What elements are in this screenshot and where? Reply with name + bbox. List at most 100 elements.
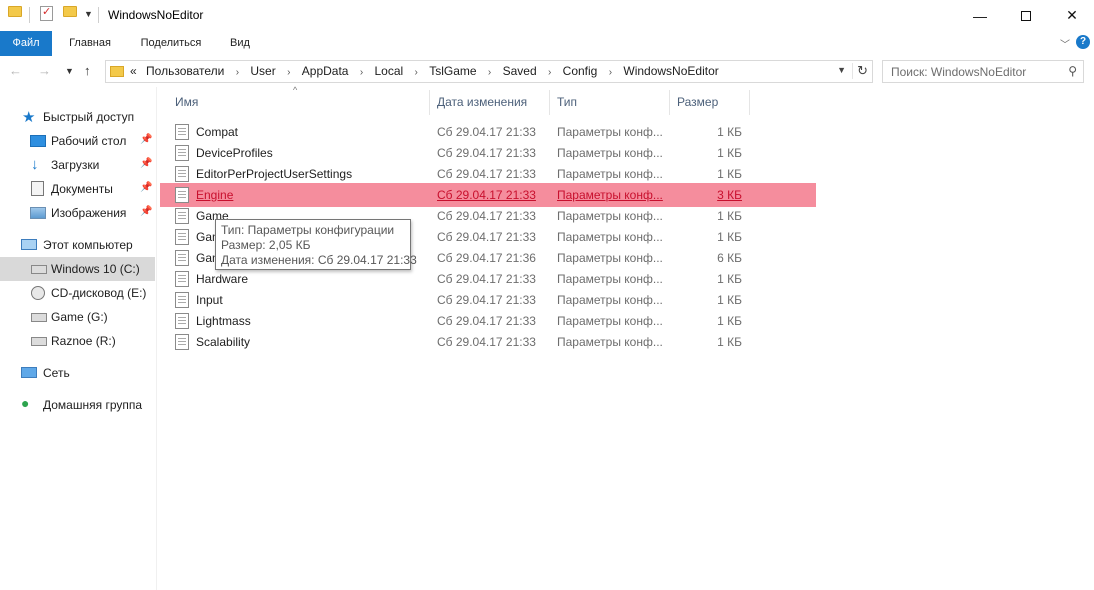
breadcrumb-appdata[interactable]: AppData bbox=[302, 64, 349, 78]
sidebar-item-homegroup[interactable]: ● Домашняя группа bbox=[0, 393, 155, 417]
tab-file[interactable]: Файл bbox=[0, 31, 52, 56]
breadcrumb-config[interactable]: Config bbox=[563, 64, 598, 78]
file-date: Сб 29.04.17 21:33 bbox=[437, 167, 536, 181]
file-name: Scalability bbox=[196, 335, 251, 349]
file-row[interactable]: Scalability Сб 29.04.17 21:33 Параметры … bbox=[160, 331, 816, 352]
file-date: Сб 29.04.17 21:33 bbox=[437, 335, 536, 349]
config-file-icon bbox=[175, 166, 189, 182]
sidebar-item-this-pc[interactable]: Этот компьютер bbox=[0, 233, 155, 257]
download-icon: ↓ bbox=[31, 156, 39, 173]
file-row[interactable]: Input Сб 29.04.17 21:33 Параметры конф..… bbox=[160, 289, 816, 310]
pictures-icon bbox=[30, 207, 46, 219]
breadcrumb-windowsnoeditor[interactable]: WindowsNoEditor bbox=[623, 64, 718, 78]
file-type: Параметры конф... bbox=[557, 167, 663, 181]
config-file-icon bbox=[175, 229, 189, 245]
address-bar[interactable]: « Пользователи › User › AppData › Local … bbox=[105, 60, 873, 83]
file-type: Параметры конф... bbox=[557, 146, 663, 160]
sidebar-item-desktop[interactable]: Рабочий стол 📌 bbox=[0, 129, 155, 153]
file-name: Compat bbox=[196, 125, 239, 139]
up-button[interactable]: ↑ bbox=[84, 63, 91, 78]
sidebar-item-quick-access[interactable]: ★ Быстрый доступ bbox=[0, 105, 155, 129]
chevron-right-icon[interactable]: › bbox=[488, 67, 491, 78]
sidebar-item-drive-e[interactable]: CD-дисковод (E:) bbox=[0, 281, 155, 305]
documents-icon bbox=[31, 181, 44, 196]
file-row[interactable]: Lightmass Сб 29.04.17 21:33 Параметры ко… bbox=[160, 310, 816, 331]
tab-home[interactable]: Главная bbox=[60, 31, 120, 56]
chevron-right-icon[interactable]: › bbox=[360, 67, 363, 78]
sidebar-item-pictures[interactable]: Изображения 📌 bbox=[0, 201, 155, 225]
window-title: WindowsNoEditor bbox=[108, 8, 204, 22]
breadcrumb-local[interactable]: Local bbox=[375, 64, 404, 78]
close-button[interactable]: ✕ bbox=[1049, 0, 1094, 31]
chevron-right-icon[interactable]: › bbox=[548, 67, 551, 78]
separator bbox=[98, 7, 99, 23]
maximize-button[interactable] bbox=[1003, 0, 1049, 31]
tooltip-date: Дата изменения: Сб 29.04.17 21:33 bbox=[221, 253, 417, 267]
cd-drive-icon bbox=[31, 286, 45, 300]
drive-icon bbox=[31, 313, 47, 322]
file-date: Сб 29.04.17 21:33 bbox=[437, 230, 536, 244]
search-box[interactable]: Поиск: WindowsNoEditor ⚲ bbox=[882, 60, 1084, 83]
sidebar-item-drive-g[interactable]: Game (G:) bbox=[0, 305, 155, 329]
column-header-date[interactable]: Дата изменения bbox=[430, 90, 550, 115]
file-info-tooltip: Тип: Параметры конфигурации Размер: 2,05… bbox=[215, 219, 417, 270]
drive-icon bbox=[31, 337, 47, 346]
breadcrumb-user[interactable]: User bbox=[250, 64, 275, 78]
file-date: Сб 29.04.17 21:36 bbox=[437, 251, 536, 265]
column-header-size[interactable]: Размер bbox=[670, 90, 750, 115]
breadcrumb-overflow[interactable]: « bbox=[130, 64, 137, 78]
sidebar-item-documents[interactable]: Документы 📌 bbox=[0, 177, 155, 201]
file-row[interactable]: Hardware Сб 29.04.17 21:33 Параметры кон… bbox=[160, 268, 816, 289]
recent-locations-icon[interactable]: ▼ bbox=[65, 66, 74, 76]
new-folder-icon[interactable] bbox=[63, 6, 77, 17]
chevron-right-icon[interactable]: › bbox=[609, 67, 612, 78]
expand-ribbon-icon[interactable]: ﹀ bbox=[1060, 36, 1070, 51]
file-name: Lightmass bbox=[196, 314, 251, 328]
file-name: EditorPerProjectUserSettings bbox=[196, 167, 353, 181]
file-row[interactable]: EditorPerProjectUserSettings Сб 29.04.17… bbox=[160, 163, 816, 184]
search-input[interactable]: Поиск: WindowsNoEditor bbox=[891, 65, 1026, 79]
chevron-right-icon[interactable]: › bbox=[236, 67, 239, 78]
file-type: Параметры конф... bbox=[557, 251, 663, 265]
network-icon bbox=[21, 367, 37, 378]
pin-icon[interactable]: 📌 bbox=[140, 158, 152, 169]
config-file-icon bbox=[175, 334, 189, 350]
search-icon[interactable]: ⚲ bbox=[1068, 64, 1077, 78]
file-row[interactable]: Compat Сб 29.04.17 21:33 Параметры конф.… bbox=[160, 121, 816, 142]
file-size: 1 КБ bbox=[717, 272, 742, 286]
customize-toolbar-icon[interactable]: ▼ bbox=[84, 9, 93, 19]
pin-icon[interactable]: 📌 bbox=[140, 182, 152, 193]
breadcrumb-saved[interactable]: Saved bbox=[503, 64, 537, 78]
file-row-highlighted[interactable]: Engine Сб 29.04.17 21:33 Параметры конф.… bbox=[160, 183, 816, 207]
sidebar-item-network[interactable]: Сеть bbox=[0, 361, 155, 385]
help-icon[interactable]: ? bbox=[1076, 35, 1090, 49]
file-date: Сб 29.04.17 21:33 bbox=[437, 293, 536, 307]
back-button[interactable]: ← bbox=[9, 63, 22, 78]
sidebar-item-downloads[interactable]: ↓ Загрузки 📌 bbox=[0, 153, 155, 177]
column-header-name[interactable]: Имя bbox=[168, 90, 430, 115]
pin-icon[interactable]: 📌 bbox=[140, 206, 152, 217]
address-history-icon[interactable]: ▼ bbox=[837, 65, 846, 75]
minimize-button[interactable]: — bbox=[957, 0, 1003, 31]
file-row[interactable]: DeviceProfiles Сб 29.04.17 21:33 Парамет… bbox=[160, 142, 816, 163]
properties-icon[interactable] bbox=[40, 5, 53, 21]
drive-icon bbox=[31, 265, 47, 274]
file-date: Сб 29.04.17 21:33 bbox=[437, 125, 536, 139]
tab-share[interactable]: Поделиться bbox=[132, 31, 210, 56]
chevron-right-icon[interactable]: › bbox=[415, 67, 418, 78]
file-type: Параметры конф... bbox=[557, 209, 663, 223]
sidebar-item-drive-r[interactable]: Raznoe (R:) bbox=[0, 329, 155, 353]
column-header-type[interactable]: Тип bbox=[550, 90, 670, 115]
tab-view[interactable]: Вид bbox=[220, 31, 260, 56]
maximize-icon bbox=[1021, 10, 1031, 21]
config-file-icon bbox=[175, 250, 189, 266]
breadcrumb-tslgame[interactable]: TslGame bbox=[429, 64, 476, 78]
pin-icon[interactable]: 📌 bbox=[140, 134, 152, 145]
star-icon: ★ bbox=[22, 109, 36, 126]
sidebar-item-drive-c[interactable]: Windows 10 (C:) bbox=[0, 257, 155, 281]
refresh-icon[interactable]: ↻ bbox=[852, 63, 868, 79]
chevron-right-icon[interactable]: › bbox=[287, 67, 290, 78]
breadcrumb-users[interactable]: Пользователи bbox=[146, 64, 224, 78]
file-type: Параметры конф... bbox=[557, 125, 663, 139]
forward-button[interactable]: → bbox=[38, 63, 51, 78]
